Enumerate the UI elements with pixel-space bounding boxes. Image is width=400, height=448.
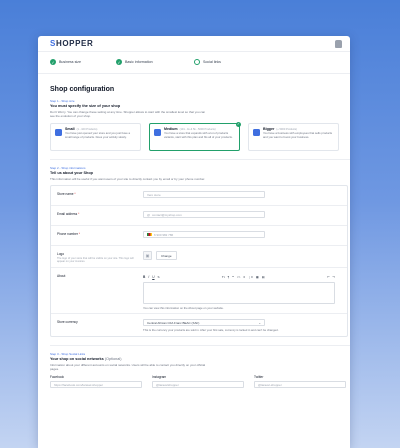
step3-description: Information about your different account… [50, 363, 206, 371]
ordered-list-button[interactable]: ⋮≡ [248, 275, 253, 279]
table-button[interactable]: ▦ [256, 275, 259, 279]
paragraph-button[interactable]: ¶ [228, 275, 230, 279]
step1-number: Step 1 - Shop size [50, 99, 75, 103]
step3-title: Your shop on social networks (Optional) [50, 357, 122, 361]
facebook-input[interactable]: https://facebook.com/laravel.shopper [50, 381, 142, 388]
change-logo-button[interactable]: Change [156, 251, 177, 260]
image-button[interactable]: ▤ [262, 275, 265, 279]
store-icon [55, 129, 62, 136]
currency-select[interactable]: Central African CFA Franc BEAC (XAF) ⌄ [143, 319, 265, 326]
strike-button[interactable]: S [158, 275, 160, 279]
heading-button[interactable]: Tt [222, 275, 225, 279]
check-icon: ✓ [50, 59, 56, 65]
app-window: SHOPPER ✓ Business size ✓ Basic informat… [38, 36, 350, 448]
step1-description: Don't Worry. You can change these settin… [50, 110, 206, 118]
about-editor[interactable] [143, 282, 335, 304]
check-icon: ✓ [116, 59, 122, 65]
store-name-input[interactable]: Vero store [143, 191, 265, 198]
code-button[interactable]: <> [237, 275, 241, 279]
shop-size-cards: Small (1 - 100 Products) You have just op… [50, 122, 350, 151]
shop-info-form: Store name * Vero store Email address * … [50, 185, 348, 337]
phone-input[interactable]: 6 900 982 786 [143, 231, 265, 238]
image-icon: ▣ [143, 251, 152, 260]
twitter-input[interactable]: @laravel-shopper [254, 381, 346, 388]
main-content: Shop configuration Step 1 - Shop size Yo… [50, 76, 350, 388]
step2-description: This information will be useful if you w… [50, 177, 206, 181]
redo-button[interactable]: ↷ [332, 275, 335, 279]
step-social-links[interactable]: Social links [194, 59, 223, 65]
check-icon: ✓ [236, 122, 241, 127]
italic-button[interactable]: I [148, 275, 149, 279]
app-logo[interactable]: SHOPPER [50, 39, 93, 48]
step-business-size[interactable]: ✓ Business size [50, 59, 81, 65]
circle-icon [194, 59, 200, 65]
top-bar: SHOPPER [38, 36, 350, 52]
divider [50, 159, 350, 160]
list-button[interactable]: ≡ [243, 275, 245, 279]
chevron-down-icon: ⌄ [258, 320, 261, 325]
at-icon: @ [147, 212, 151, 217]
step-basic-information[interactable]: ✓ Basic information [116, 59, 155, 65]
editor-toolbar: B I U S Tt ¶ ❝ <> ≡ ⋮≡ ▦ ▤ ↶ ↷ [143, 273, 335, 280]
flag-icon [147, 232, 152, 237]
instagram-input[interactable]: @laravelshopper [152, 381, 244, 388]
size-card-bigger[interactable]: Bigger (+ 5000 Products) You have a busin… [248, 123, 339, 151]
store-icon [253, 129, 260, 136]
store-icon [154, 129, 161, 136]
stepper: ✓ Business size ✓ Basic information Soci… [38, 52, 350, 74]
bold-button[interactable]: B [143, 275, 145, 279]
page-title: Shop configuration [50, 86, 115, 93]
divider [50, 345, 350, 346]
size-card-small[interactable]: Small (1 - 100 Products) You have just op… [50, 123, 141, 151]
step2-title: Tell us about your Shop [50, 171, 93, 175]
step2-number: Step 2 - Shop informations [50, 166, 86, 170]
step1-title: You must specify the size of your shop [50, 104, 121, 108]
step3-number: Step 3 - Shop Social Links [50, 352, 86, 356]
social-links: Facebook https://facebook.com/laravel.sh… [50, 375, 350, 388]
user-avatar[interactable] [335, 40, 342, 48]
quote-button[interactable]: ❝ [232, 275, 234, 279]
email-input[interactable]: @ contact@myshop.com [143, 211, 265, 218]
size-card-medium[interactable]: ✓ Medium (101 - 1k & 5k - 5000 Products) … [149, 122, 241, 151]
undo-button[interactable]: ↶ [327, 275, 330, 279]
underline-button[interactable]: U [152, 275, 154, 279]
